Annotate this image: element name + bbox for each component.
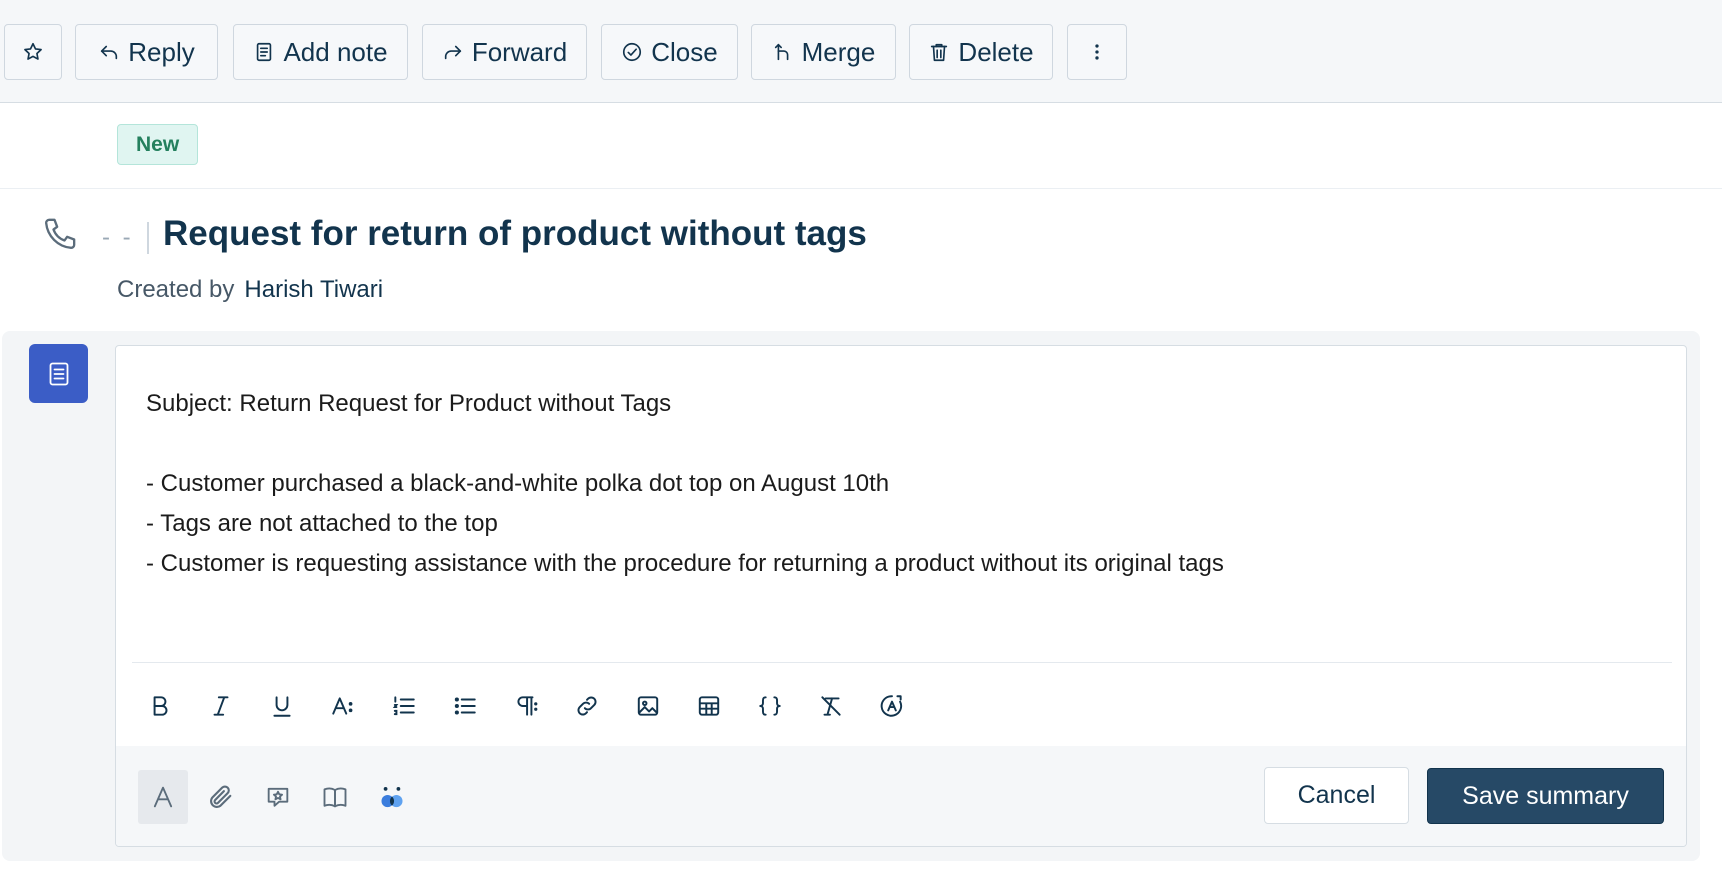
star-button[interactable] (4, 24, 62, 80)
phone-icon (45, 218, 76, 249)
font-size-button[interactable] (325, 688, 361, 724)
delete-button[interactable]: Delete (909, 24, 1053, 80)
add-note-button[interactable]: Add note (233, 24, 408, 80)
reply-icon (101, 45, 118, 60)
forward-icon (444, 45, 461, 60)
paragraph-button[interactable] (508, 688, 544, 724)
attachment-button[interactable] (196, 770, 246, 824)
editor-divider (132, 662, 1672, 663)
spellcheck-icon (880, 695, 903, 717)
table-icon (698, 696, 720, 716)
created-by-name[interactable]: Harish Tiwari (244, 276, 383, 303)
summary-bullet: - Customer is requesting assistance with… (146, 550, 1224, 577)
link-button[interactable] (569, 688, 605, 724)
clear-format-button[interactable] (813, 688, 849, 724)
bullet-list-icon (454, 697, 476, 715)
underline-button[interactable] (264, 688, 300, 724)
reply-label: Reply (128, 36, 195, 67)
cancel-button[interactable]: Cancel (1264, 767, 1409, 824)
clear-format-icon (821, 696, 841, 716)
text-format-button[interactable] (138, 770, 188, 824)
status-row: New (0, 103, 1722, 189)
code-button[interactable] (752, 688, 788, 724)
summary-content[interactable]: Subject: Return Request for Product with… (146, 384, 1666, 584)
freddy-ai-icon (381, 786, 403, 808)
summary-subject: Subject: Return Request for Product with… (146, 390, 672, 417)
ticket-title: Request for return of product without ta… (163, 214, 867, 253)
bold-button[interactable] (142, 688, 178, 724)
trash-icon (931, 43, 948, 62)
link-icon (577, 696, 597, 716)
underline-icon (273, 696, 291, 717)
spellcheck-button[interactable] (874, 688, 910, 724)
italic-button[interactable] (203, 688, 239, 724)
title-divider (147, 222, 149, 254)
save-summary-button[interactable]: Save summary (1427, 768, 1664, 824)
check-circle-icon (623, 42, 642, 62)
paragraph-icon (517, 696, 538, 716)
forward-button[interactable]: Forward (422, 24, 587, 80)
star-icon (24, 42, 42, 60)
created-by: Created by Harish Tiwari (117, 276, 383, 304)
ticket-action-toolbar: Reply Add note Forward Close Merge Delet… (0, 0, 1722, 103)
bullet-list-button[interactable] (447, 688, 483, 724)
knowledge-base-icon (323, 787, 347, 808)
ticket-id-placeholder: - - (102, 224, 134, 251)
attachment-icon (210, 785, 232, 808)
created-by-label: Created by (117, 276, 235, 303)
close-label: Close (651, 36, 718, 67)
note-icon (257, 42, 272, 62)
close-ticket-button[interactable]: Close (601, 24, 738, 80)
reply-button[interactable]: Reply (75, 24, 218, 80)
more-actions-button[interactable] (1067, 24, 1127, 80)
merge-icon (774, 43, 789, 61)
summary-bullet: - Customer purchased a black-and-white p… (146, 470, 890, 497)
freddy-ai-button[interactable] (367, 770, 417, 824)
delete-label: Delete (958, 36, 1034, 67)
summary-note-badge (29, 344, 88, 403)
knowledge-base-button[interactable] (310, 770, 360, 824)
forward-label: Forward (471, 36, 568, 67)
more-vertical-icon (1095, 44, 1099, 60)
merge-button[interactable]: Merge (751, 24, 896, 80)
table-button[interactable] (691, 688, 727, 724)
add-note-label: Add note (283, 36, 388, 67)
code-icon (759, 696, 781, 716)
canned-response-button[interactable] (253, 770, 303, 824)
ordered-list-icon (392, 696, 415, 716)
summary-editor[interactable]: Subject: Return Request for Product with… (115, 345, 1687, 847)
image-icon (637, 696, 659, 716)
italic-icon (213, 696, 229, 716)
ordered-list-button[interactable] (386, 688, 422, 724)
status-badge: New (117, 124, 199, 165)
canned-response-icon (267, 787, 289, 807)
merge-label: Merge (801, 36, 876, 67)
bold-icon (153, 696, 168, 716)
document-icon (49, 362, 68, 385)
text-format-icon (153, 786, 173, 808)
font-size-icon (332, 697, 353, 715)
image-button[interactable] (630, 688, 666, 724)
summary-bullet: - Tags are not attached to the top (146, 510, 498, 537)
